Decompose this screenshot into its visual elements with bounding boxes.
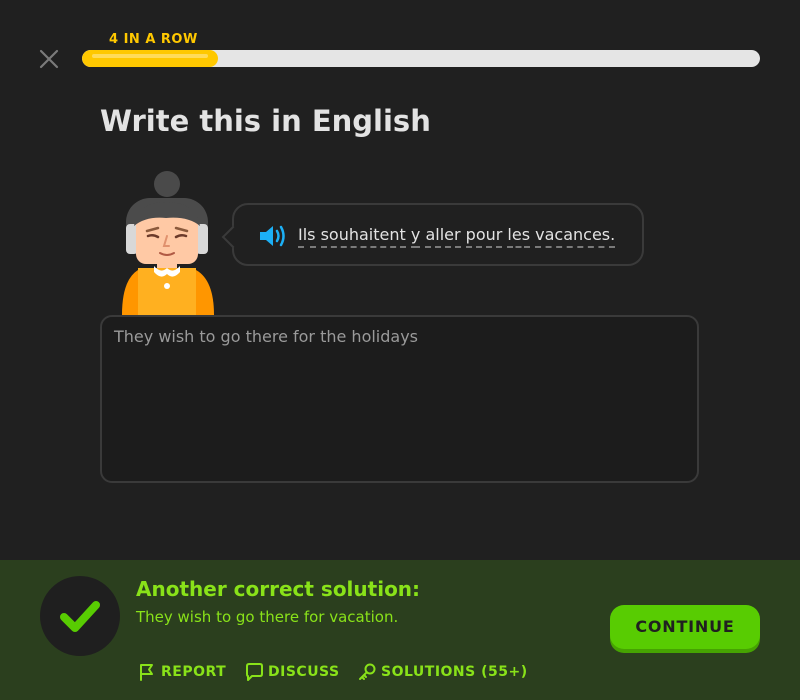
discuss-label: DISCUSS (268, 664, 340, 680)
prompt-word[interactable]: souhaitent (320, 225, 406, 248)
answer-input[interactable]: They wish to go there for the holidays (100, 315, 699, 483)
prompt-word[interactable]: aller (425, 225, 461, 248)
page-title: Write this in English (100, 104, 431, 138)
prompt-word[interactable]: pour (465, 225, 503, 248)
feedback-solution: They wish to go there for vacation. (136, 608, 399, 626)
prompt-word[interactable]: y (410, 225, 421, 248)
report-button[interactable]: REPORT (137, 662, 226, 682)
solutions-label: SOLUTIONS (55+) (381, 664, 528, 680)
flag-icon (140, 664, 153, 681)
prompt-word[interactable]: les (507, 225, 531, 248)
key-icon (359, 663, 376, 680)
close-icon (39, 49, 59, 69)
close-button[interactable] (36, 46, 62, 72)
character-lily (108, 170, 228, 315)
report-label: REPORT (161, 664, 227, 680)
prompt-word[interactable]: Ils (298, 225, 316, 248)
solutions-button[interactable]: SOLUTIONS (55+) (357, 662, 528, 682)
prompt-word[interactable]: vacances. (535, 225, 616, 248)
streak-label: 4 IN A ROW (109, 32, 198, 47)
speech-bubble-icon (246, 663, 263, 681)
prompt-sentence: Ils souhaitent y aller pour les vacances… (298, 225, 616, 248)
correct-badge (40, 576, 120, 656)
speech-bubble: Ils souhaitent y aller pour les vacances… (232, 203, 644, 266)
speaker-icon (260, 225, 285, 247)
checkmark-icon (60, 601, 100, 632)
continue-button[interactable]: CONTINUE (610, 605, 760, 649)
play-audio-button[interactable] (258, 223, 288, 249)
feedback-title: Another correct solution: (136, 577, 421, 601)
progress-fill (82, 50, 218, 67)
progress-bar (82, 50, 760, 67)
discuss-button[interactable]: DISCUSS (244, 662, 340, 682)
